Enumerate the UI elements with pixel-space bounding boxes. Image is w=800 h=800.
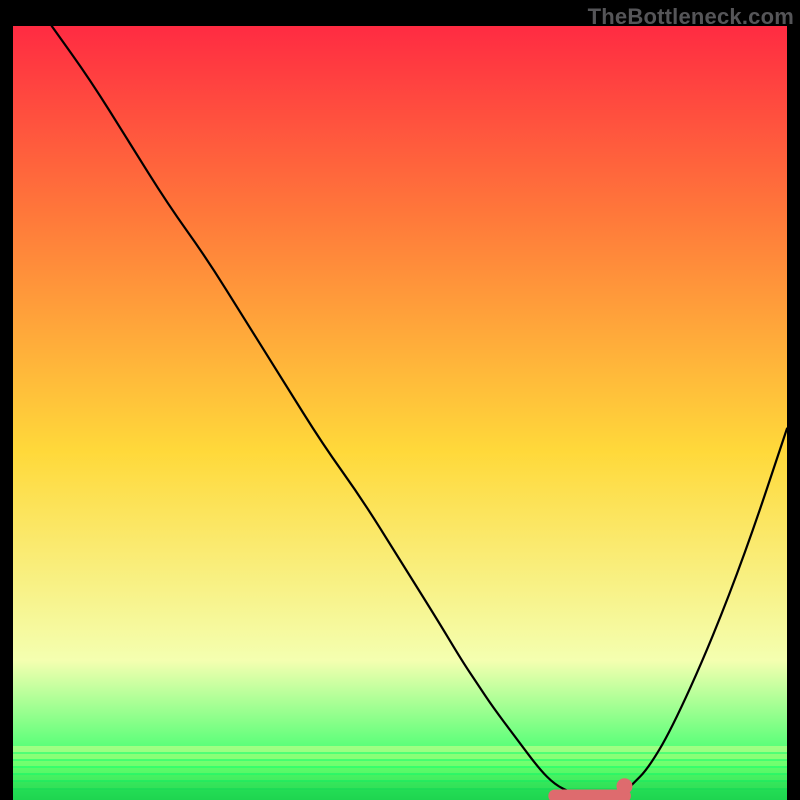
plot-area xyxy=(13,26,787,800)
chart-container: TheBottleneck.com xyxy=(0,0,800,800)
chart-svg xyxy=(13,26,787,800)
marker-end-dot xyxy=(616,778,632,794)
bottom-bands xyxy=(13,746,787,800)
watermark: TheBottleneck.com xyxy=(588,4,794,30)
